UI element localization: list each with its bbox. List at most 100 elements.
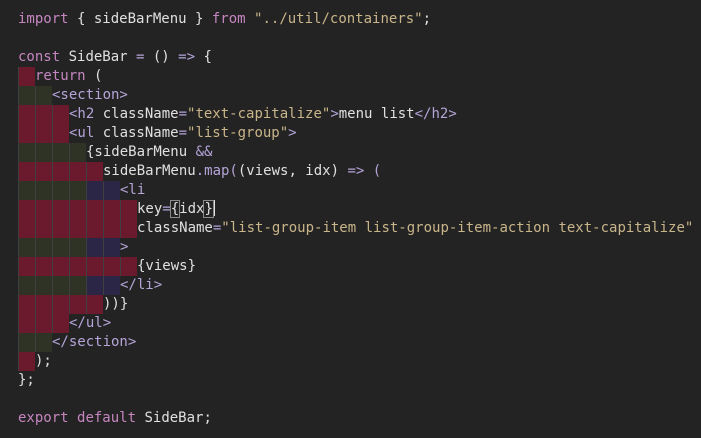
- indent-guide: [18, 295, 19, 314]
- code-token: export: [18, 410, 69, 426]
- indent-guide: [35, 276, 36, 295]
- indent-guide: [35, 162, 36, 181]
- code-token: (): [144, 49, 179, 65]
- code-token: ))}: [103, 296, 129, 312]
- indent-guide: [35, 181, 36, 200]
- code-line[interactable]: </section>: [0, 333, 701, 352]
- indent-highlight: [69, 200, 86, 219]
- code-token: =>: [347, 163, 365, 179]
- code-text: export default SideBar;: [18, 409, 212, 428]
- indent-highlight: [103, 181, 120, 200]
- code-token: key: [137, 201, 163, 217]
- code-line[interactable]: export default SideBar;: [0, 409, 701, 428]
- code-token: className: [137, 220, 213, 236]
- indent-guide: [69, 181, 70, 200]
- indent-highlight: [35, 219, 52, 238]
- code-line[interactable]: [0, 29, 701, 48]
- indent-guide: [52, 200, 53, 219]
- code-token: >: [288, 125, 297, 141]
- code-line[interactable]: <li: [0, 181, 701, 200]
- code-token: (views, idx): [237, 163, 348, 179]
- code-token: =: [178, 125, 188, 141]
- indent-highlight: [35, 276, 52, 295]
- code-line[interactable]: import { sideBarMenu } from "../util/con…: [0, 10, 701, 29]
- indent-guide: [52, 219, 53, 238]
- indent-highlight: [35, 124, 52, 143]
- code-token: return: [35, 68, 86, 84]
- indent-guide: [18, 105, 19, 124]
- code-token: =>: [178, 49, 196, 65]
- indent-guide: [69, 238, 70, 257]
- indent-highlight: [18, 124, 35, 143]
- indent-guide: [103, 257, 104, 276]
- indent-highlight: [120, 257, 137, 276]
- code-editor[interactable]: import { sideBarMenu } from "../util/con…: [0, 0, 701, 438]
- indent-guide: [35, 295, 36, 314]
- indent-guide: [18, 162, 19, 181]
- code-line[interactable]: className="list-group-item list-group-it…: [0, 219, 701, 238]
- indent-guide: [52, 105, 53, 124]
- code-line[interactable]: sideBarMenu.map((views, idx) => (: [0, 162, 701, 181]
- code-line[interactable]: {views}: [0, 257, 701, 276]
- indent-guide: [86, 181, 87, 200]
- code-line[interactable]: >: [0, 238, 701, 257]
- code-line[interactable]: const SideBar = () => {: [0, 48, 701, 67]
- indent-highlight: [18, 67, 35, 86]
- indent-guide: [103, 181, 104, 200]
- indent-highlight: [35, 314, 52, 333]
- code-line[interactable]: </ul>: [0, 314, 701, 333]
- code-token: from: [211, 11, 246, 27]
- code-line[interactable]: <h2 className="text-capitalize">menu lis…: [0, 105, 701, 124]
- code-text: <ul className="list-group">: [69, 124, 297, 143]
- code-line[interactable]: {sideBarMenu &&: [0, 143, 701, 162]
- indent-guide: [69, 200, 70, 219]
- code-line[interactable]: return (: [0, 67, 701, 86]
- indent-guide: [18, 124, 19, 143]
- code-token: "list-group": [187, 125, 289, 141]
- code-token: "text-capitalize": [187, 106, 331, 122]
- code-text: </li>: [120, 276, 162, 295]
- indent-highlight: [18, 219, 35, 238]
- code-token: );: [35, 353, 52, 369]
- code-line[interactable]: );: [0, 352, 701, 371]
- code-line[interactable]: </li>: [0, 276, 701, 295]
- indent-highlight: [69, 219, 86, 238]
- code-line[interactable]: <ul className="list-group">: [0, 124, 701, 143]
- indent-guide: [86, 238, 87, 257]
- code-line[interactable]: <section>: [0, 86, 701, 105]
- indent-highlight: [69, 162, 86, 181]
- code-line[interactable]: key={idx}: [0, 200, 701, 219]
- indent-guide: [18, 86, 19, 105]
- code-text: <section>: [52, 86, 128, 105]
- indent-guide: [35, 86, 36, 105]
- code-token: default: [77, 410, 137, 426]
- code-line[interactable]: [0, 390, 701, 409]
- code-text: className="list-group-item list-group-it…: [137, 219, 693, 238]
- indent-highlight: [86, 200, 103, 219]
- indent-highlight: [86, 276, 103, 295]
- indent-highlight: [52, 219, 69, 238]
- indent-guide: [52, 162, 53, 181]
- indent-highlight: [69, 238, 86, 257]
- indent-guide: [86, 162, 87, 181]
- indent-guide: [52, 314, 53, 333]
- indent-highlight: [52, 181, 69, 200]
- indent-highlight: [52, 238, 69, 257]
- code-line[interactable]: };: [0, 371, 701, 390]
- indent-highlight: [120, 219, 137, 238]
- text-cursor: [213, 200, 215, 216]
- indent-highlight: [18, 333, 35, 352]
- code-token: {: [195, 49, 212, 65]
- indent-highlight: [103, 238, 120, 257]
- indent-highlight: [86, 162, 103, 181]
- indent-guide: [86, 295, 87, 314]
- code-token: }: [203, 200, 214, 218]
- code-line[interactable]: ))}: [0, 295, 701, 314]
- indent-guide: [86, 276, 87, 295]
- indent-highlight: [103, 200, 120, 219]
- indent-guide: [103, 200, 104, 219]
- indent-highlight: [18, 257, 35, 276]
- code-token: (: [364, 163, 382, 179]
- code-token: </h2>: [414, 106, 457, 122]
